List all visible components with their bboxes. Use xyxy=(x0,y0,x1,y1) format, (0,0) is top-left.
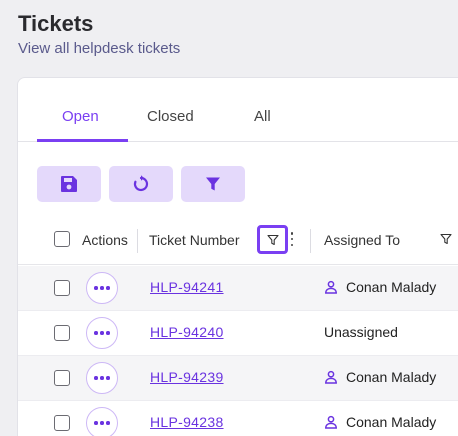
row-checkbox[interactable] xyxy=(54,280,70,296)
select-all-checkbox[interactable] xyxy=(54,231,70,247)
filter-button[interactable] xyxy=(181,166,245,202)
column-divider xyxy=(137,229,138,253)
row-checkbox[interactable] xyxy=(54,370,70,386)
column-divider xyxy=(310,229,311,253)
user-icon xyxy=(325,280,337,294)
save-button[interactable] xyxy=(37,166,101,202)
assignee-name: Conan Malady xyxy=(346,369,437,385)
table-row: HLP-94239 Conan Malady xyxy=(18,356,458,401)
table-row: HLP-94241 Conan Malady xyxy=(18,266,458,311)
assigned-to-cell: Unassigned xyxy=(324,324,398,340)
row-actions-button[interactable] xyxy=(86,272,118,304)
column-ticket-number[interactable]: Ticket Number xyxy=(149,232,240,248)
page-subtitle: View all helpdesk tickets xyxy=(18,40,181,57)
ticket-number-link[interactable]: HLP-94239 xyxy=(150,369,224,385)
filter-icon xyxy=(206,177,220,191)
table-header: Actions Ticket Number Assigned To xyxy=(18,217,458,265)
row-checkbox[interactable] xyxy=(54,325,70,341)
assigned-to-cell: Conan Malady xyxy=(324,279,436,295)
user-icon xyxy=(325,415,337,429)
assigned-to-filter-icon[interactable] xyxy=(440,233,452,245)
row-actions-button[interactable] xyxy=(86,407,118,436)
filter-outline-icon xyxy=(266,234,279,245)
save-icon xyxy=(61,176,77,192)
row-actions-button[interactable] xyxy=(86,317,118,349)
tab-open[interactable]: Open xyxy=(62,108,99,125)
ticket-number-link[interactable]: HLP-94240 xyxy=(150,324,224,340)
ticket-number-filter-button[interactable] xyxy=(257,225,288,254)
tickets-card: Open Closed All Actions Ticket Number As… xyxy=(17,77,458,436)
refresh-button[interactable] xyxy=(109,166,173,202)
tab-bar: Open Closed All xyxy=(18,78,458,142)
tab-closed[interactable]: Closed xyxy=(147,108,194,125)
ticket-number-link[interactable]: HLP-94238 xyxy=(150,414,224,430)
active-tab-indicator xyxy=(37,139,128,142)
assignee-name: Unassigned xyxy=(324,324,398,340)
row-checkbox[interactable] xyxy=(54,415,70,431)
page-title: Tickets xyxy=(18,11,94,36)
assignee-name: Conan Malady xyxy=(346,279,437,295)
ticket-number-link[interactable]: HLP-94241 xyxy=(150,279,224,295)
table-row: HLP-94238 Conan Malady xyxy=(18,401,458,436)
refresh-icon xyxy=(133,175,149,192)
user-icon xyxy=(325,370,337,384)
column-menu-icon[interactable] xyxy=(290,232,294,246)
tab-all[interactable]: All xyxy=(254,108,271,125)
column-assigned-to[interactable]: Assigned To xyxy=(324,232,400,248)
table-row: HLP-94240 Unassigned xyxy=(18,311,458,356)
assignee-name: Conan Malady xyxy=(346,414,437,430)
assigned-to-cell: Conan Malady xyxy=(324,369,436,385)
row-actions-button[interactable] xyxy=(86,362,118,394)
assigned-to-cell: Conan Malady xyxy=(324,414,436,430)
column-actions: Actions xyxy=(82,232,128,248)
